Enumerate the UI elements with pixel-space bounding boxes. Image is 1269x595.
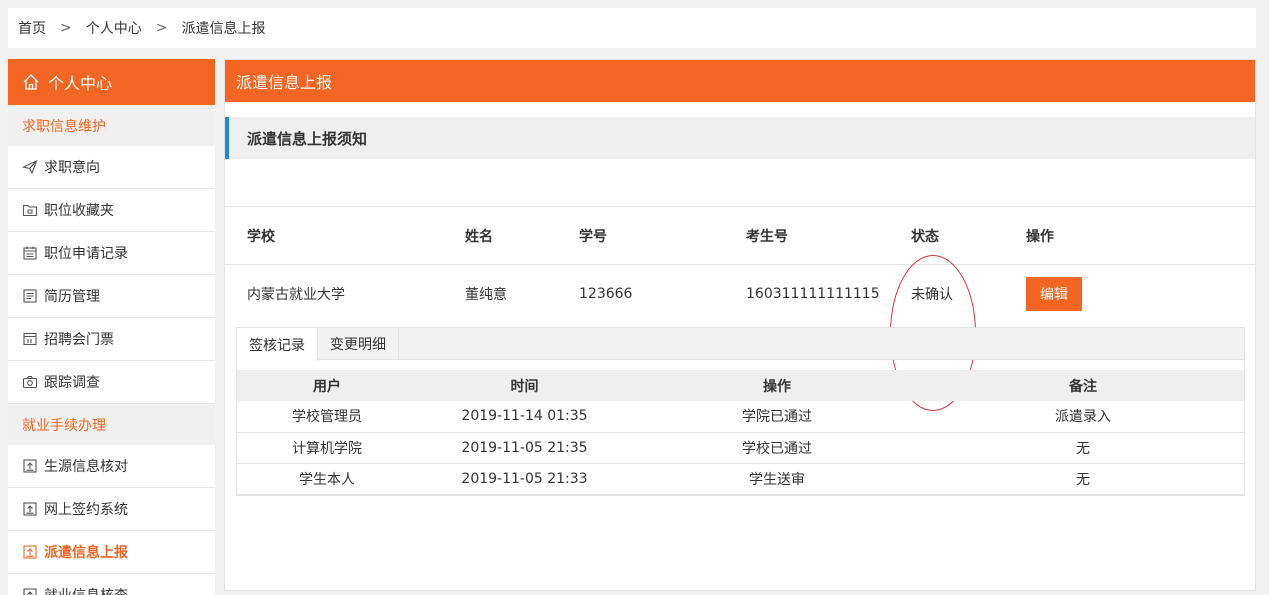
log-cell-action: 学生送审	[632, 463, 922, 495]
log-col-time: 时间	[417, 370, 632, 401]
home-icon	[22, 73, 40, 91]
record-tabs: 签核记录 变更明细 用户 时间 操作 备注 学校管理员 2019-11-14 01…	[236, 327, 1245, 496]
log-col-user: 用户	[237, 370, 417, 401]
log-cell-remark: 无	[922, 432, 1244, 464]
cell-school: 内蒙古就业大学	[247, 287, 345, 303]
sidebar-item[interactable]: 招聘会门票	[8, 318, 215, 361]
sidebar-item[interactable]: 职位收藏夹	[8, 189, 215, 232]
folder-icon	[22, 202, 38, 218]
cell-name: 董纯意	[465, 287, 507, 303]
sidebar-item-label: 职位收藏夹	[44, 203, 114, 219]
col-action: 操作	[1026, 228, 1054, 245]
breadcrumb: 首页 > 个人中心 > 派遣信息上报	[8, 8, 1256, 48]
cell-exam-id: 160311111111115	[746, 286, 880, 302]
sidebar-title: 个人中心	[48, 74, 113, 93]
log-cell-action: 学院已通过	[632, 401, 922, 433]
sidebar-item-label: 生源信息核对	[44, 459, 128, 475]
breadcrumb-home[interactable]: 首页	[18, 18, 46, 38]
breadcrumb-separator: >	[155, 20, 168, 36]
paper-plane-icon	[22, 159, 38, 175]
log-cell-time: 2019-11-05 21:33	[417, 463, 632, 495]
breadcrumb-personal-center[interactable]: 个人中心	[86, 18, 142, 38]
tab-bar: 签核记录 变更明细	[237, 328, 1244, 361]
cell-status: 未确认	[911, 287, 953, 303]
log-col-action: 操作	[632, 370, 922, 401]
log-cell-user: 计算机学院	[237, 432, 417, 464]
sidebar-item-label: 网上签约系统	[44, 502, 128, 518]
sidebar-item[interactable]: 跟踪调查	[8, 361, 215, 404]
table-header: 学校 姓名 学号 考生号 状态 操作	[225, 207, 1255, 265]
sidebar-item[interactable]: 职位申请记录	[8, 232, 215, 275]
sidebar-item-label: 跟踪调查	[44, 375, 100, 391]
calendar-icon	[22, 245, 38, 261]
upload-box-icon	[22, 587, 38, 595]
tab-approval-records[interactable]: 签核记录	[237, 328, 318, 361]
sidebar-header[interactable]: 个人中心	[8, 59, 215, 105]
upload-box-icon	[22, 544, 38, 560]
upload-box-icon	[22, 501, 38, 517]
main-panel: 派遣信息上报 派遣信息上报须知 学校 姓名 学号 考生号 状态 操作 内蒙古就业…	[224, 59, 1256, 591]
table-row: 内蒙古就业大学 董纯意 123666 160311111111115 未确认 编…	[225, 255, 1255, 411]
sidebar-item-label: 简历管理	[44, 289, 100, 305]
breadcrumb-current: 派遣信息上报	[181, 21, 266, 37]
log-col-remark: 备注	[922, 370, 1244, 401]
upload-box-icon	[22, 458, 38, 474]
approval-log-table: 用户 时间 操作 备注 学校管理员 2019-11-14 01:35 学院已通过 派遣…	[237, 370, 1244, 495]
log-cell-user: 学生本人	[237, 463, 417, 495]
sidebar-item[interactable]: 就业信息核查	[8, 574, 215, 595]
sidebar-item-label: 求职意向	[44, 160, 100, 176]
col-status: 状态	[911, 228, 939, 245]
table-row: 学校管理员 2019-11-14 01:35 学院已通过 派遣录入	[237, 401, 1244, 433]
col-school: 学校	[247, 228, 275, 245]
col-name: 姓名	[465, 228, 493, 245]
notice-header[interactable]: 派遣信息上报须知	[225, 117, 1255, 159]
breadcrumb-separator: >	[60, 20, 72, 36]
col-student-id: 学号	[579, 228, 607, 245]
sidebar-item[interactable]: 网上签约系统	[8, 488, 215, 531]
log-cell-action: 学校已通过	[632, 432, 922, 464]
table-row: 学生本人 2019-11-05 21:33 学生送审无	[237, 463, 1244, 495]
tab-change-details[interactable]: 变更明细	[318, 328, 399, 360]
document-icon	[22, 288, 38, 304]
cell-student-id: 123666	[579, 286, 633, 302]
log-cell-user: 学校管理员	[237, 401, 417, 433]
notice-body	[225, 159, 1255, 207]
log-cell-remark: 无	[922, 463, 1244, 495]
log-cell-time: 2019-11-05 21:35	[417, 432, 632, 464]
sidebar-group-label: 就业手续办理	[8, 404, 215, 445]
ticket-icon	[22, 331, 38, 347]
sidebar-group-label: 求职信息维护	[8, 105, 215, 146]
edit-button[interactable]: 编辑	[1026, 277, 1082, 311]
table-row: 计算机学院 2019-11-05 21:35 学校已通过无	[237, 432, 1244, 464]
log-cell-time: 2019-11-14 01:35	[417, 401, 632, 433]
log-cell-remark: 派遣录入	[922, 401, 1244, 433]
panel-title: 派遣信息上报	[225, 60, 1255, 102]
sidebar-item-label: 派遣信息上报	[44, 545, 128, 561]
sidebar-item[interactable]: 求职意向	[8, 146, 215, 189]
sidebar-item-label: 就业信息核查	[44, 585, 128, 595]
sidebar-item-label: 职位申请记录	[44, 246, 128, 262]
camera-icon	[22, 374, 38, 390]
sidebar-item-label: 招聘会门票	[44, 332, 114, 348]
sidebar-item[interactable]: 派遣信息上报	[8, 531, 215, 574]
sidebar-item[interactable]: 简历管理	[8, 275, 215, 318]
sidebar: 个人中心 求职信息维护求职意向职位收藏夹职位申请记录 简历管理招聘会门票跟踪调查就…	[8, 59, 215, 595]
sidebar-item[interactable]: 生源信息核对	[8, 445, 215, 488]
col-exam-id: 考生号	[746, 228, 788, 245]
